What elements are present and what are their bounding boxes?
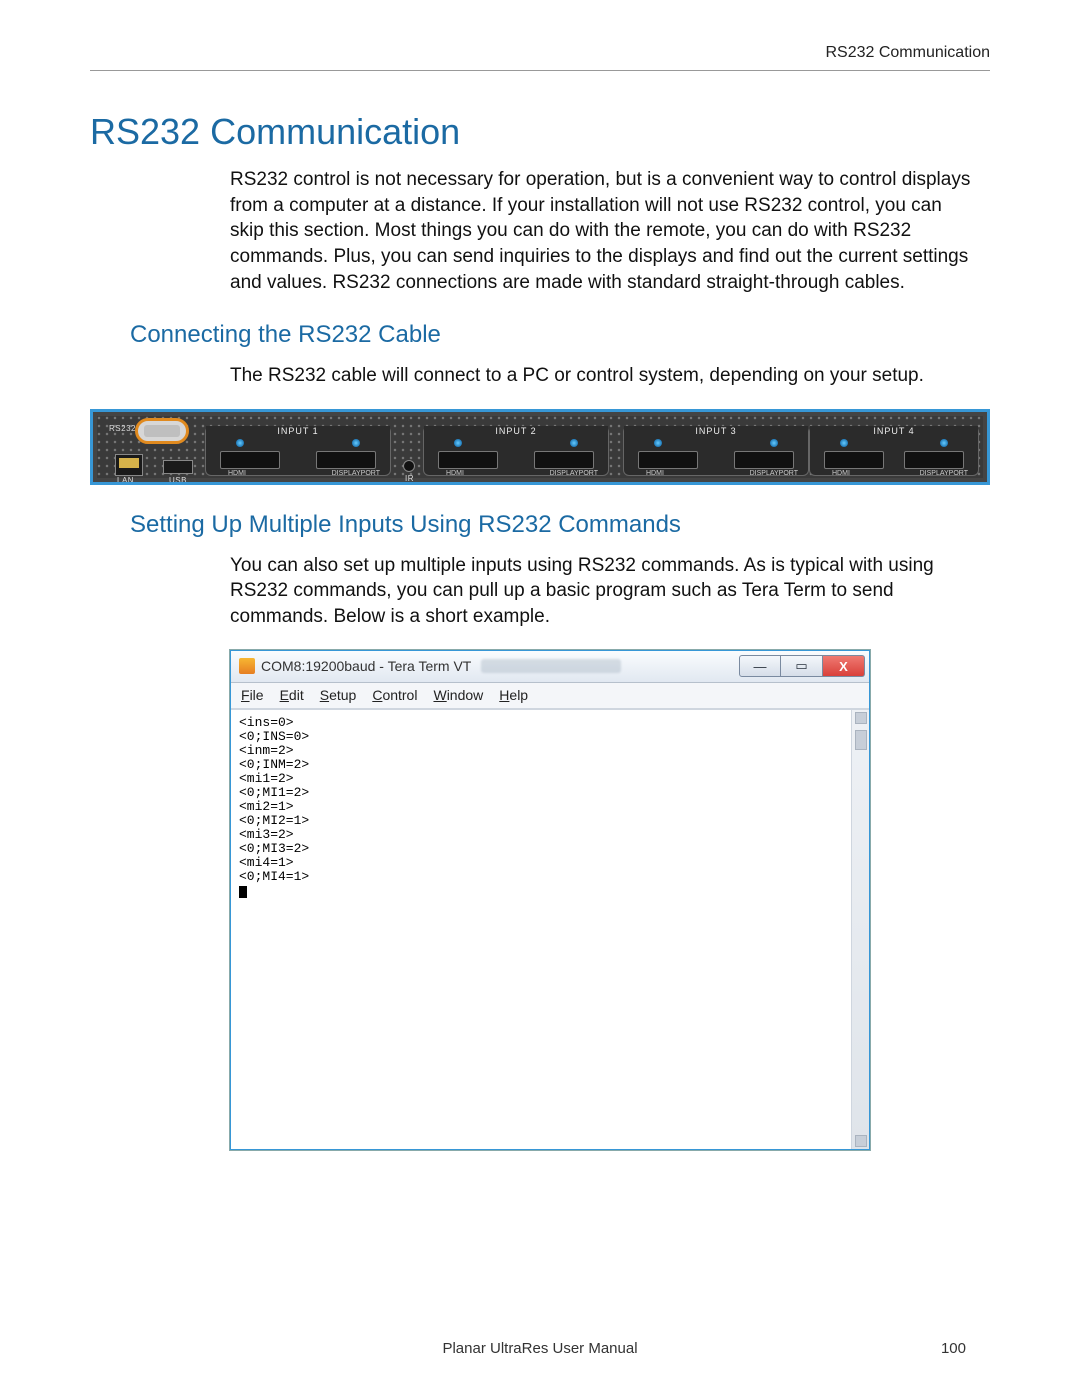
- close-button[interactable]: X: [823, 655, 865, 677]
- terminal-scrollbar[interactable]: [851, 710, 869, 1149]
- term-line: <mi4=1>: [239, 855, 294, 870]
- term-line: <mi1=2>: [239, 771, 294, 786]
- teraterm-app-icon: [239, 658, 255, 674]
- input2-dp-label: DISPLAYPORT: [550, 470, 598, 477]
- term-line: <0;MI3=2>: [239, 841, 309, 856]
- term-line: <mi3=2>: [239, 827, 294, 842]
- section2-body: You can also set up multiple inputs usin…: [230, 553, 980, 630]
- term-line: <inm=2>: [239, 743, 294, 758]
- input1-hdmi-label: HDMI: [228, 470, 246, 477]
- minimize-button[interactable]: —: [739, 655, 781, 677]
- page-footer: Planar UltraRes User Manual 100: [90, 1340, 990, 1357]
- term-line: <0;INM=2>: [239, 757, 309, 772]
- teraterm-title-blurred: [481, 659, 621, 673]
- menu-setup[interactable]: Setup: [320, 687, 357, 703]
- scroll-thumb[interactable]: [855, 730, 867, 750]
- section-heading-multiple-inputs: Setting Up Multiple Inputs Using RS232 C…: [130, 511, 990, 539]
- menu-help[interactable]: Help: [499, 687, 528, 703]
- term-line: <0;INS=0>: [239, 729, 309, 744]
- ir-label: IR: [405, 474, 414, 483]
- input2-label: INPUT 2: [424, 426, 608, 436]
- input1-label: INPUT 1: [206, 426, 390, 436]
- input-block-3: INPUT 3 HDMI DISPLAYPORT: [623, 426, 809, 476]
- input-block-1: INPUT 1 HDMI DISPLAYPORT: [205, 426, 391, 476]
- menu-file[interactable]: File: [241, 687, 264, 703]
- input1-dp-label: DISPLAYPORT: [332, 470, 380, 477]
- input-block-4: INPUT 4 HDMI DISPLAYPORT: [809, 426, 979, 476]
- input2-hdmi-label: HDMI: [446, 470, 464, 477]
- footer-manual-title: Planar UltraRes User Manual: [90, 1340, 990, 1357]
- scroll-up-icon[interactable]: [855, 712, 867, 724]
- page-title: RS232 Communication: [90, 111, 990, 153]
- running-header: RS232 Communication: [90, 44, 990, 71]
- input3-hdmi-label: HDMI: [646, 470, 664, 477]
- teraterm-title: COM8:19200baud - Tera Term VT: [261, 658, 471, 674]
- input-block-2: INPUT 2 HDMI DISPLAYPORT: [423, 426, 609, 476]
- intro-paragraph: RS232 control is not necessary for opera…: [230, 167, 980, 295]
- section-heading-connecting: Connecting the RS232 Cable: [130, 321, 990, 349]
- input4-dp-label: DISPLAYPORT: [920, 470, 968, 477]
- scroll-down-icon[interactable]: [855, 1135, 867, 1147]
- device-rear-panel: RS232 LAN USB IR INPUT 1 HDMI DISPLAYPOR…: [90, 409, 990, 485]
- teraterm-menubar: File Edit Setup Control Window Help: [231, 683, 869, 709]
- term-line: <0;MI2=1>: [239, 813, 309, 828]
- input3-label: INPUT 3: [624, 426, 808, 436]
- teraterm-window: COM8:19200baud - Tera Term VT — ▭ X File…: [230, 650, 870, 1150]
- maximize-button[interactable]: ▭: [781, 655, 823, 677]
- term-line: <ins=0>: [239, 715, 294, 730]
- input4-label: INPUT 4: [810, 426, 978, 436]
- input4-hdmi-label: HDMI: [832, 470, 850, 477]
- term-line: <mi2=1>: [239, 799, 294, 814]
- term-line: <0;MI4=1>: [239, 869, 309, 884]
- lan-port: [115, 454, 143, 476]
- input3-dp-label: DISPLAYPORT: [750, 470, 798, 477]
- ir-port: [403, 460, 415, 472]
- rs232-label: RS232: [109, 424, 136, 433]
- rs232-port-highlight: [135, 418, 189, 444]
- terminal-cursor: [239, 883, 247, 898]
- teraterm-terminal[interactable]: <ins=0> <0;INS=0> <inm=2> <0;INM=2> <mi1…: [231, 709, 869, 1149]
- usb-label: USB: [169, 476, 187, 485]
- lan-label: LAN: [117, 476, 134, 485]
- section1-body: The RS232 cable will connect to a PC or …: [230, 363, 980, 389]
- usb-port: [163, 460, 193, 474]
- menu-window[interactable]: Window: [433, 687, 483, 703]
- term-line: <0;MI1=2>: [239, 785, 309, 800]
- menu-edit[interactable]: Edit: [280, 687, 304, 703]
- teraterm-titlebar[interactable]: COM8:19200baud - Tera Term VT — ▭ X: [231, 651, 869, 683]
- menu-control[interactable]: Control: [372, 687, 417, 703]
